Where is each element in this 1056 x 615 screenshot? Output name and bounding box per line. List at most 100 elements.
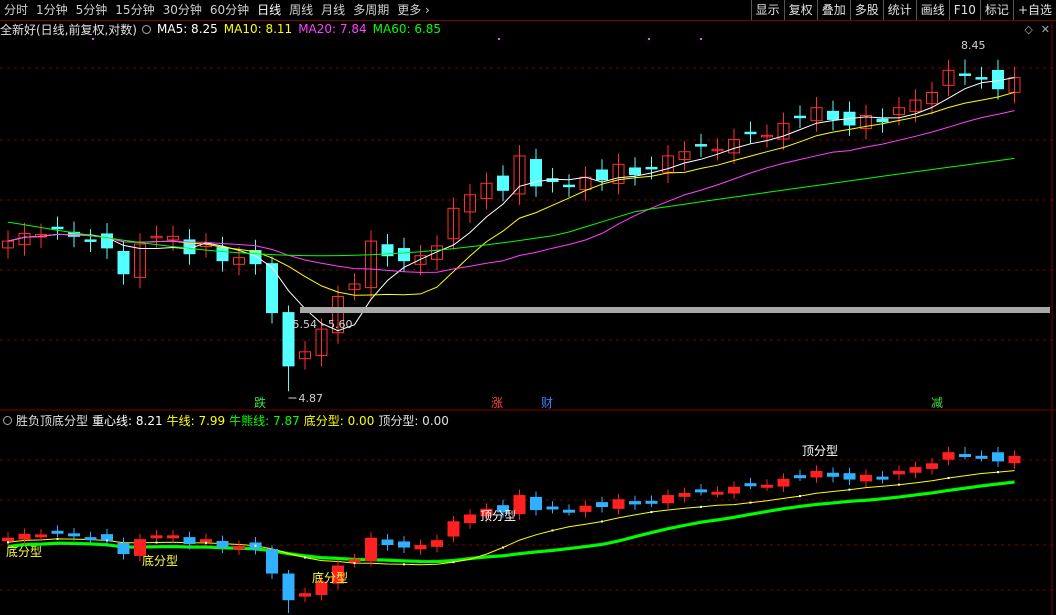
- center-dot: [254, 544, 257, 547]
- sub-candle-body: [299, 593, 311, 597]
- candle-body: [497, 175, 509, 191]
- event-mark: 跌: [254, 395, 266, 410]
- center-dot: [7, 541, 9, 544]
- center-line-label: 重心线: 8.21: [92, 413, 163, 428]
- candle-body: [563, 184, 575, 188]
- top-fractal-label: 顶分型: 0.00: [378, 413, 449, 428]
- candle-body: [101, 233, 113, 249]
- sub-candle-body: [183, 537, 196, 545]
- ma20-label: MA20: 7.84: [298, 22, 367, 36]
- sub-candle-body: [51, 530, 64, 534]
- sub-candle-body: [992, 452, 1004, 462]
- center-dot: [848, 488, 851, 491]
- sub-candle-body: [233, 546, 245, 550]
- sub-candle-body: [447, 521, 460, 537]
- indicator-settings-icon[interactable]: [142, 24, 151, 34]
- diamond-icon[interactable]: ◇: [1024, 23, 1032, 36]
- candle-body: [629, 167, 641, 176]
- sub-candle-body: [761, 484, 773, 488]
- sub-candle-body: [546, 506, 559, 510]
- center-dot: [650, 511, 653, 514]
- center-dot: [205, 541, 207, 544]
- sub-candle-body: [365, 537, 377, 562]
- sub-candle-body: [464, 514, 476, 524]
- sub-candle-body: [909, 467, 922, 473]
- candle-body: [84, 239, 97, 242]
- center-dot: [403, 563, 405, 566]
- sub-candle-body: [431, 540, 443, 547]
- stock-title: 全新好(日线,前复权,对数): [0, 22, 137, 37]
- sub-candle-body: [893, 470, 905, 475]
- sub-candle-body: [711, 491, 724, 495]
- sub-candle-body: [744, 483, 757, 487]
- center-dot: [551, 529, 554, 532]
- sub-candle-body: [18, 533, 31, 540]
- event-dot: [92, 38, 94, 40]
- fractal-annotation: 底分型: [312, 570, 348, 585]
- sub-chart-header: 胜负顶底分型 重心线: 8.21 牛线: 7.99 牛熊线: 7.87 底分型:…: [0, 412, 453, 428]
- sub-title: 胜负顶底分型: [16, 413, 89, 428]
- sub-candle-body: [926, 463, 938, 469]
- sub-candle-body: [876, 476, 889, 480]
- range-label: 5.54 - 5.60: [293, 318, 353, 331]
- candle-body: [744, 131, 757, 135]
- ma10-label: MA10: 8.11: [223, 22, 293, 36]
- candle-body: [975, 77, 988, 80]
- sub-candle-body: [959, 454, 971, 458]
- event-mark: 涨: [491, 395, 503, 410]
- event-dot: [498, 38, 500, 40]
- candle-body: [876, 118, 889, 123]
- candle-body: [216, 247, 229, 262]
- sub-candle-body: [200, 539, 212, 543]
- sub-candle-body: [35, 534, 47, 538]
- candle-body: [398, 248, 410, 262]
- center-dot: [700, 505, 702, 508]
- candle-body: [249, 250, 262, 265]
- close-icon[interactable]: ✕: [1041, 23, 1050, 36]
- sub-candle-body: [695, 489, 707, 493]
- stock-chart[interactable]: 5.54 - 5.604.878.45跌涨财减底分型底分型底分型顶分型顶分型: [0, 0, 1056, 615]
- event-dot: [700, 38, 702, 40]
- high-price-label: 8.45: [961, 39, 986, 52]
- center-dot: [749, 501, 752, 504]
- sub-candle-body: [216, 540, 229, 548]
- sub-candle-body: [348, 559, 361, 563]
- center-dot: [947, 476, 950, 479]
- center-dot: [601, 520, 603, 523]
- sub-candle-body: [150, 535, 163, 539]
- sub-candle-body: [414, 545, 427, 550]
- chart-corner-controls: ◇ ✕: [1024, 23, 1050, 36]
- sub-candle-body: [167, 535, 179, 539]
- sub-candle-body: [612, 499, 625, 509]
- sub-candle-body: [942, 452, 955, 460]
- main-chart-header: 全新好(日线,前复权,对数) MA5: 8.25 MA10: 8.11 MA20…: [0, 21, 447, 37]
- center-dot: [304, 556, 306, 559]
- sub-candle-body: [794, 475, 806, 479]
- indicator-settings-icon[interactable]: [3, 415, 12, 425]
- sub-candle-body: [827, 472, 839, 477]
- sub-candle-body: [1008, 455, 1021, 464]
- ma10-line: [7, 91, 1015, 296]
- event-mark: 财: [541, 396, 553, 410]
- sub-candle-body: [596, 502, 608, 508]
- bottom-fractal-label: 底分型: 0.00: [303, 413, 375, 428]
- candle-body: [827, 110, 839, 120]
- sub-candle-body: [728, 486, 740, 494]
- sub-candle-body: [68, 533, 80, 537]
- fractal-annotation: 顶分型: [480, 509, 516, 523]
- sub-candle-body: [662, 495, 674, 504]
- sub-candle-body: [84, 537, 97, 541]
- sub-candle-body: [810, 470, 823, 478]
- center-dot: [799, 495, 801, 498]
- sub-candle-body: [860, 474, 872, 482]
- candle-body: [596, 169, 608, 181]
- bullbear-line-label: 牛熊线: 7.87: [229, 413, 300, 428]
- candle-body: [266, 263, 278, 314]
- center-dot: [155, 541, 158, 544]
- sub-candle-body: [678, 492, 691, 497]
- center-dot: [997, 471, 999, 474]
- candle-body: [645, 166, 658, 170]
- sub-candle-body: [117, 542, 130, 555]
- event-dot: [648, 38, 650, 40]
- center-dot: [502, 546, 504, 549]
